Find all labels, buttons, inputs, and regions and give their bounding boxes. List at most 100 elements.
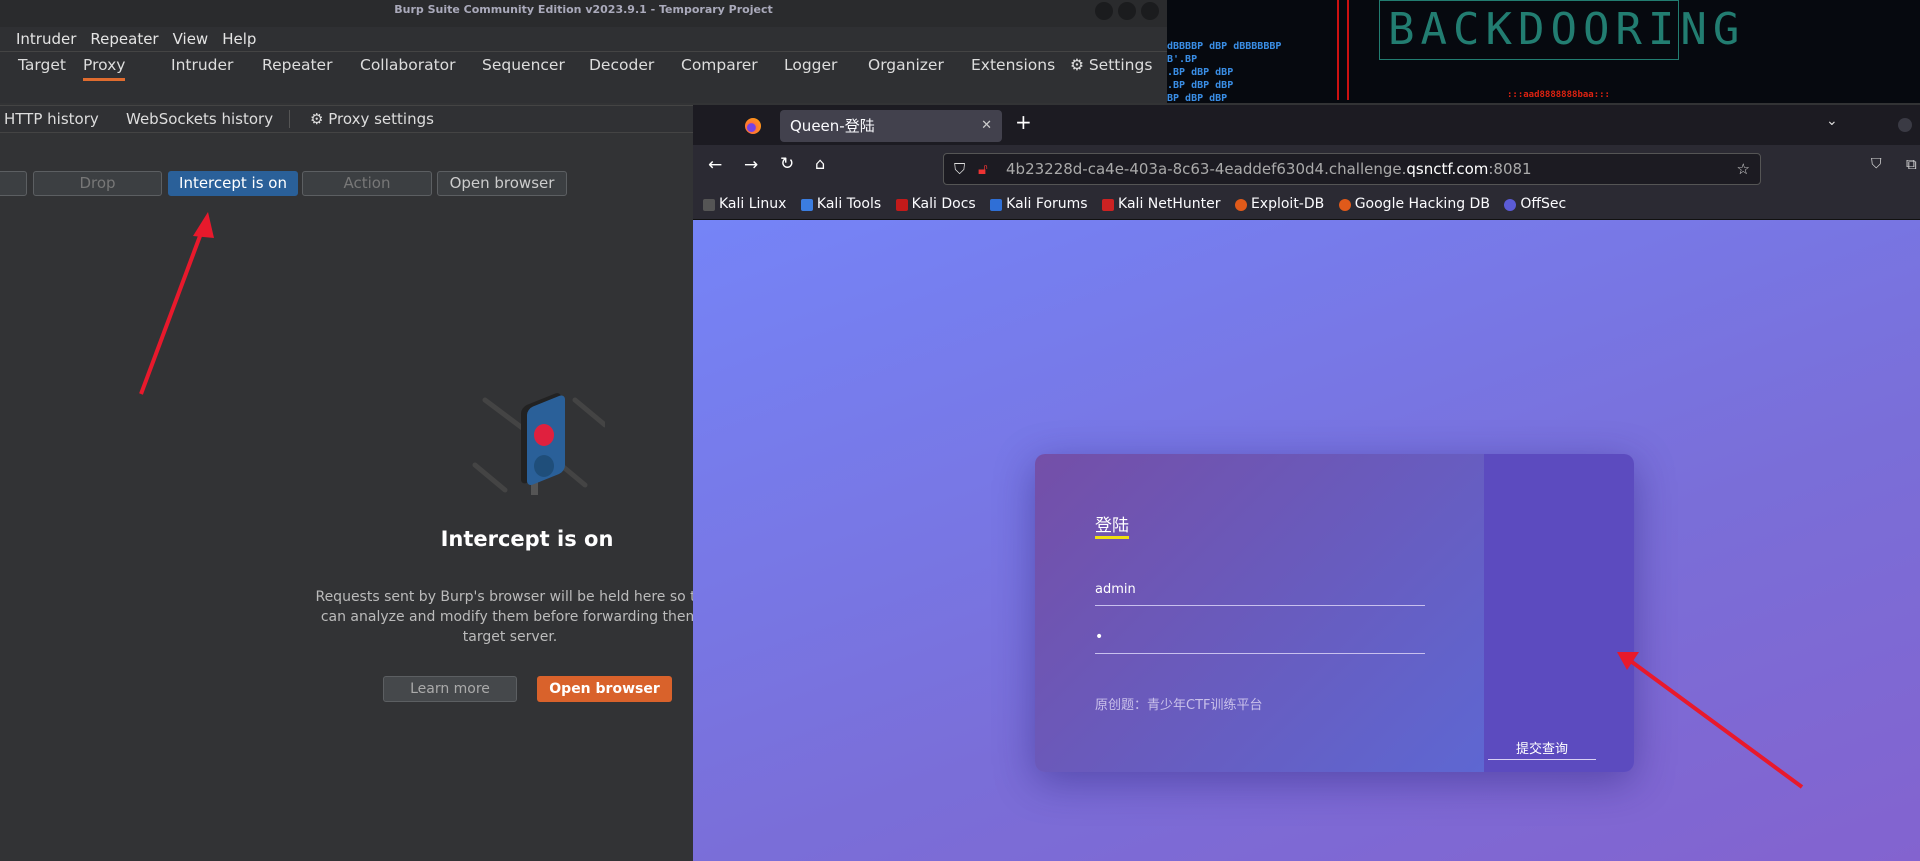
empty-state-description: Requests sent by Burp's browser will be … [300, 587, 720, 647]
subtab-websockets-history[interactable]: WebSockets history [126, 106, 273, 132]
bookmark-exploit-db[interactable]: Exploit-DB [1234, 189, 1325, 220]
intercept-toggle-button[interactable]: Intercept is on [168, 171, 298, 196]
menu-help[interactable]: Help [222, 30, 256, 48]
subtab-http-history[interactable]: HTTP history [4, 106, 99, 132]
kali-tools-icon [800, 198, 813, 211]
password-input[interactable]: • [1095, 629, 1425, 654]
menu-view[interactable]: View [173, 30, 209, 48]
tab-repeater[interactable]: Repeater [262, 56, 332, 74]
burp-menu-bar: Intruder Repeater View Help [0, 27, 1167, 51]
terminal-line: dBBBBP dBP dBBBBBBP [1167, 41, 1282, 52]
tab-organizer[interactable]: Organizer [868, 56, 944, 74]
burp-main-tabs: Target Proxy Intruder Repeater Collabora… [0, 51, 1167, 103]
terminal-line: B'.BP [1167, 54, 1198, 65]
tab-collaborator[interactable]: Collaborator [360, 56, 456, 74]
tab-logger[interactable]: Logger [784, 56, 837, 74]
forward-button[interactable] [0, 171, 27, 196]
bookmark-label: Kali Forums [1006, 196, 1088, 212]
window-control[interactable] [1898, 118, 1912, 132]
tab-bar: Queen-登陆 ✕ + ⌄ [693, 105, 1920, 145]
tab-extensions[interactable]: Extensions [971, 56, 1055, 74]
bookmark-label: Google Hacking DB [1354, 196, 1490, 212]
login-card: 登陆 admin • 原创题：青少年CTF训练平台 提交查询 [1035, 454, 1634, 772]
ascii-banner: BACKDOORING [1379, 0, 1739, 60]
shield-icon[interactable]: ⛉ [954, 154, 965, 184]
description-line: Requests sent by Burp's browser will be … [315, 589, 705, 605]
login-form-panel: 登陆 admin • 原创题：青少年CTF训练平台 [1035, 454, 1484, 772]
burp-title-bar: Burp Suite Community Edition v2023.9.1 -… [0, 0, 1167, 27]
forward-icon[interactable]: → [744, 155, 758, 175]
insecure-lock-icon[interactable]: 🔓︎ [978, 154, 988, 184]
terminal-line: .BP dBP dBP [1167, 67, 1234, 78]
bookmark-kali-docs[interactable]: Kali Docs [895, 189, 976, 220]
bookmark-kali-linux[interactable]: Kali Linux [703, 189, 786, 220]
empty-state-heading: Intercept is on [440, 527, 614, 551]
submit-button[interactable]: 提交查询 [1488, 738, 1596, 760]
login-title: 登陆 [1095, 516, 1129, 539]
url-bar[interactable]: ⛉ 🔓︎ 4b23228d-ca4e-403a-8c63-4eaddef630d… [943, 153, 1761, 185]
kali-forums-icon [990, 198, 1003, 211]
minimize-button[interactable] [1095, 2, 1113, 20]
bookmarks-toolbar: Kali Linux Kali Tools Kali Docs Kali For… [693, 189, 1920, 220]
tab-intruder[interactable]: Intruder [171, 56, 233, 74]
url-prefix: 4b23228d-ca4e-403a-8c63-4eaddef630d4.cha… [1006, 160, 1407, 178]
back-icon[interactable]: ← [708, 155, 722, 175]
reload-icon[interactable]: ↻ [780, 154, 794, 174]
kali-icon [703, 198, 715, 211]
tab-sequencer[interactable]: Sequencer [482, 56, 565, 74]
exploit-db-icon [1234, 198, 1247, 211]
tab-target[interactable]: Target [18, 56, 66, 74]
tab-proxy[interactable]: Proxy [83, 56, 126, 81]
proxy-subtabs: HTTP history WebSockets history ⚙ Proxy … [0, 105, 693, 133]
bookmark-label: OffSec [1520, 196, 1567, 212]
maximize-button[interactable] [1118, 2, 1136, 20]
bookmark-star-icon[interactable]: ☆ [1737, 154, 1750, 184]
bookmark-label: Kali Linux [719, 196, 787, 212]
gear-icon: ⚙ [1070, 56, 1084, 74]
arrow-to-intercept [139, 212, 214, 395]
nethunter-icon [1102, 198, 1115, 211]
tab-decoder[interactable]: Decoder [589, 56, 654, 74]
firefox-window: Queen-登陆 ✕ + ⌄ ← → ↻ ⌂ ⛉ 🔓︎ 4b23228d-ca4… [693, 105, 1920, 861]
close-tab-icon[interactable]: ✕ [981, 110, 992, 142]
bookmark-label: Kali Tools [816, 196, 882, 212]
drop-button[interactable]: Drop [33, 171, 162, 196]
gear-icon: ⚙ [310, 110, 324, 128]
subtab-proxy-settings[interactable]: ⚙ Proxy settings [310, 106, 434, 132]
list-tabs-chevron-icon[interactable]: ⌄ [1826, 113, 1838, 129]
pocket-icon[interactable]: ⛉ [1871, 156, 1882, 172]
learn-more-button[interactable]: Learn more [383, 676, 517, 702]
bookmark-kali-forums[interactable]: Kali Forums [990, 189, 1088, 220]
navigation-bar: ← → ↻ ⌂ ⛉ 🔓︎ 4b23228d-ca4e-403a-8c63-4ea… [693, 145, 1920, 189]
extensions-icon[interactable]: ⧉ [1906, 155, 1917, 173]
terminal-line: BP dBP dBP [1167, 93, 1228, 103]
open-browser-button[interactable]: Open browser [437, 171, 567, 196]
username-input[interactable]: admin [1095, 582, 1425, 606]
terminal-red-text: :::aad8888888baa::: [1507, 90, 1610, 100]
action-button[interactable]: Action [302, 171, 432, 196]
browser-tab[interactable]: Queen-登陆 ✕ [780, 110, 1002, 142]
home-icon[interactable]: ⌂ [815, 154, 825, 173]
bookmark-label: Kali NetHunter [1118, 196, 1221, 212]
description-line: can analyze and modify them before forwa… [320, 609, 700, 625]
menu-repeater[interactable]: Repeater [90, 30, 158, 48]
menu-intruder[interactable]: Intruder [16, 30, 76, 48]
description-line: target server. [462, 629, 558, 645]
bookmark-kali-tools[interactable]: Kali Tools [800, 189, 882, 220]
terminal-line: .BP dBP dBP [1167, 80, 1234, 91]
divider [1347, 0, 1349, 100]
open-browser-cta[interactable]: Open browser [537, 676, 672, 702]
divider [289, 110, 290, 128]
tab-title: Queen-登陆 [790, 117, 875, 135]
proxy-settings-label: Proxy settings [328, 110, 434, 128]
bookmark-offsec[interactable]: OffSec [1504, 189, 1566, 220]
tab-settings[interactable]: ⚙ Settings [1070, 56, 1152, 74]
traffic-light-icon [472, 393, 605, 495]
close-button[interactable] [1141, 2, 1159, 20]
bookmark-label: Exploit-DB [1250, 196, 1325, 212]
new-tab-icon[interactable]: + [1015, 110, 1032, 134]
bookmark-google-hacking-db[interactable]: Google Hacking DB [1338, 189, 1490, 220]
tab-comparer[interactable]: Comparer [681, 56, 758, 74]
bookmark-kali-nethunter[interactable]: Kali NetHunter [1102, 189, 1221, 220]
bookmark-label: Kali Docs [911, 196, 976, 212]
